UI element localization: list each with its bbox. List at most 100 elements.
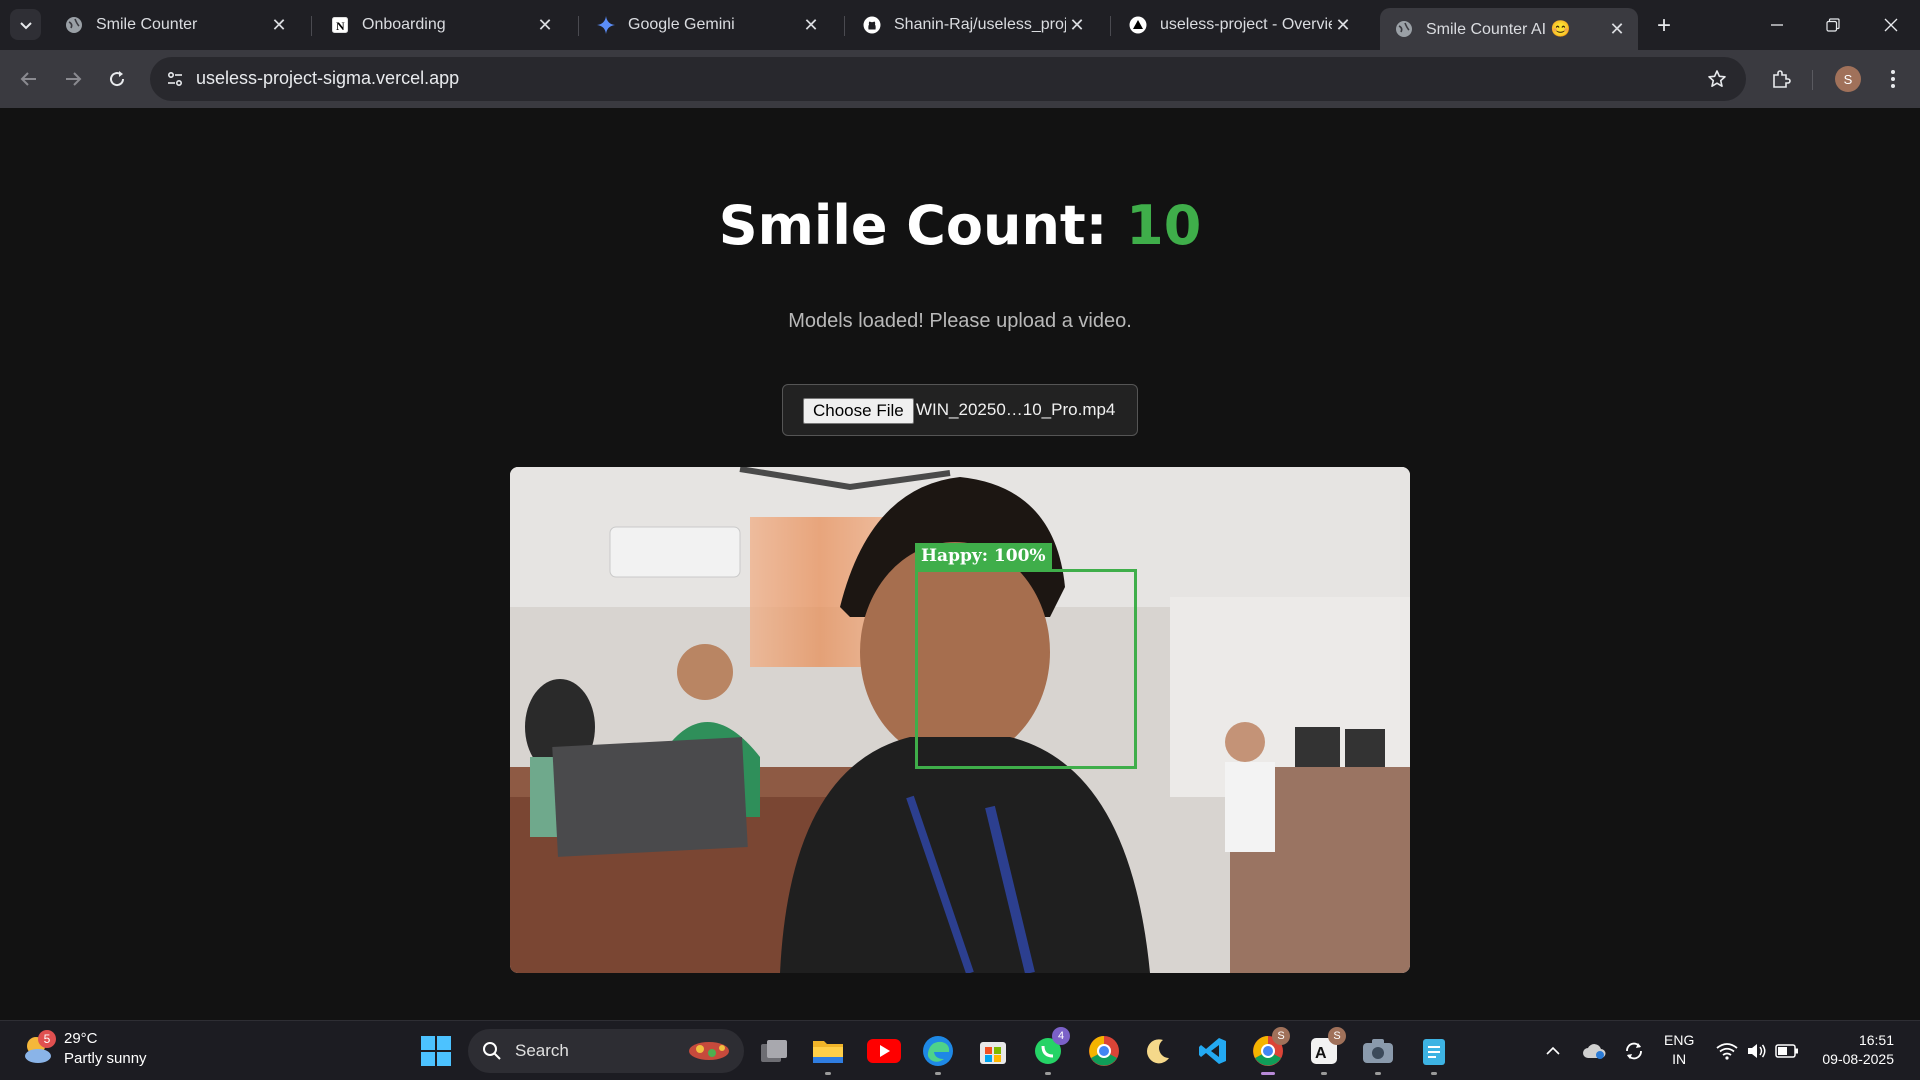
url-text[interactable]: useless-project-sigma.vercel.app: [196, 68, 459, 89]
smile-count-label: Smile Count:: [718, 194, 1108, 257]
task-view-button[interactable]: [756, 1033, 792, 1069]
restore-button[interactable]: [1818, 10, 1848, 40]
show-hidden-icons-button[interactable]: [1540, 1037, 1566, 1065]
tab-divider: [311, 16, 312, 36]
globe-icon: [1394, 19, 1414, 39]
svg-text:N: N: [336, 19, 345, 33]
restore-icon: [1826, 18, 1840, 32]
windows-logo-icon: [421, 1036, 451, 1066]
bookmark-button[interactable]: [1704, 66, 1730, 92]
whatsapp-button[interactable]: 4: [1030, 1027, 1070, 1075]
chevron-up-icon: [1546, 1046, 1560, 1055]
chrome-icon: [1089, 1036, 1119, 1066]
choose-file-button[interactable]: Choose File: [803, 398, 914, 424]
taskbar: 5 29°C Partly sunny Search 4 S A S ENG I…: [0, 1020, 1920, 1080]
weather-condition: Partly sunny: [64, 1050, 147, 1067]
tab-google-gemini[interactable]: Google Gemini ✕: [582, 8, 832, 42]
tab-divider: [1110, 16, 1111, 36]
whatsapp-badge: 4: [1052, 1027, 1070, 1045]
chevron-down-icon: [19, 21, 32, 29]
tab-strip: Smile Counter ✕ N Onboarding ✕ Google Ge…: [0, 0, 1920, 50]
chrome-profile-button[interactable]: S: [1250, 1027, 1290, 1075]
edge-button[interactable]: [920, 1033, 956, 1075]
sync-icon: [1626, 1042, 1642, 1060]
close-tab-icon[interactable]: ✕: [1066, 14, 1088, 36]
tab-title: Onboarding: [362, 16, 446, 33]
smile-count-value: 10: [1126, 194, 1202, 257]
file-explorer-button[interactable]: [810, 1033, 846, 1075]
language-indicator[interactable]: ENG IN: [1664, 1031, 1694, 1069]
arrow-right-icon: [66, 72, 82, 86]
edge-icon: [923, 1036, 953, 1066]
battery-tray-button[interactable]: [1774, 1037, 1800, 1065]
plus-icon: +: [1656, 12, 1671, 39]
close-window-button[interactable]: [1876, 10, 1906, 40]
start-button[interactable]: [420, 1035, 452, 1067]
sync-tray-button[interactable]: [1620, 1037, 1648, 1065]
page-content: Smile Count: 10 Models loaded! Please up…: [0, 108, 1920, 1020]
taskbar-search[interactable]: Search: [468, 1029, 744, 1073]
vscode-icon: [1199, 1038, 1226, 1064]
close-tab-icon[interactable]: ✕: [268, 14, 290, 36]
reload-button[interactable]: [102, 64, 132, 94]
tab-smile-counter[interactable]: Smile Counter ✕: [50, 8, 300, 42]
minimize-button[interactable]: [1762, 10, 1792, 40]
forward-button[interactable]: [58, 64, 88, 94]
partly-sunny-icon: 5: [20, 1030, 56, 1066]
address-bar[interactable]: useless-project-sigma.vercel.app: [150, 57, 1746, 101]
cloud-icon: [1583, 1044, 1606, 1059]
tab-divider: [578, 16, 579, 36]
browser-toolbar: useless-project-sigma.vercel.app S: [0, 50, 1920, 108]
search-label: Search: [515, 1041, 569, 1060]
search-icon: [483, 1042, 501, 1060]
site-info-button[interactable]: [160, 64, 190, 94]
new-tab-button[interactable]: +: [1650, 12, 1678, 40]
notepad-button[interactable]: [1416, 1033, 1452, 1075]
tab-smile-counter-ai[interactable]: Smile Counter AI 😊 ✕: [1380, 8, 1638, 50]
chrome-button[interactable]: [1086, 1033, 1122, 1069]
smile-count-heading: Smile Count: 10: [0, 194, 1920, 257]
close-tab-icon[interactable]: ✕: [534, 14, 556, 36]
notepad-icon: [1423, 1039, 1445, 1065]
profile-avatar[interactable]: S: [1835, 66, 1861, 92]
weather-badge: 5: [38, 1030, 56, 1048]
tab-search-button[interactable]: [10, 9, 41, 40]
vscode-button[interactable]: [1195, 1033, 1231, 1069]
gemini-icon: [596, 15, 616, 35]
tab-onboarding[interactable]: N Onboarding ✕: [316, 8, 566, 42]
weather-temp: 29°C: [64, 1030, 98, 1047]
extensions-button[interactable]: [1766, 64, 1796, 94]
detection-label: Happy: 100%: [915, 543, 1052, 569]
puzzle-icon: [1773, 70, 1791, 88]
tab-title: Shanin-Raj/useless_project: [894, 16, 1066, 33]
back-button[interactable]: [14, 64, 44, 94]
tab-vercel-overview[interactable]: useless-project - Overview ✕: [1114, 8, 1364, 42]
close-tab-icon[interactable]: ✕: [1606, 18, 1628, 40]
weather-widget[interactable]: 5 29°C Partly sunny: [20, 1029, 147, 1069]
chrome-profile-badge: S: [1272, 1027, 1290, 1045]
camera-button[interactable]: [1360, 1033, 1396, 1075]
toolbar-divider: [1812, 70, 1813, 90]
youtube-button[interactable]: [866, 1033, 902, 1069]
tab-github-repo[interactable]: Shanin-Raj/useless_project ✕: [848, 8, 1098, 42]
notion-icon: N: [330, 15, 350, 35]
wifi-icon: [1716, 1043, 1738, 1060]
face-detection-box: [915, 569, 1137, 769]
system-clock[interactable]: 16:51 09-08-2025: [1812, 1031, 1894, 1069]
video-player[interactable]: Happy: 100%: [510, 467, 1410, 973]
clock-date: 09-08-2025: [1822, 1051, 1894, 1067]
wifi-tray-button[interactable]: [1714, 1037, 1740, 1065]
tune-icon: [167, 71, 183, 87]
onedrive-tray-button[interactable]: [1580, 1037, 1608, 1065]
close-tab-icon[interactable]: ✕: [1332, 14, 1354, 36]
browser-menu-button[interactable]: [1880, 64, 1906, 94]
microsoft-store-button[interactable]: [975, 1033, 1011, 1069]
volume-tray-button[interactable]: [1744, 1037, 1770, 1065]
store-icon: [980, 1042, 1006, 1064]
close-tab-icon[interactable]: ✕: [800, 14, 822, 36]
night-light-button[interactable]: [1140, 1033, 1176, 1069]
ai-app-button[interactable]: A S: [1306, 1027, 1346, 1075]
video-upload-field[interactable]: Choose File WIN_20250…10_Pro.mp4: [782, 384, 1138, 436]
ai-app-badge: S: [1328, 1027, 1346, 1045]
tab-title: useless-project - Overview: [1160, 16, 1332, 33]
